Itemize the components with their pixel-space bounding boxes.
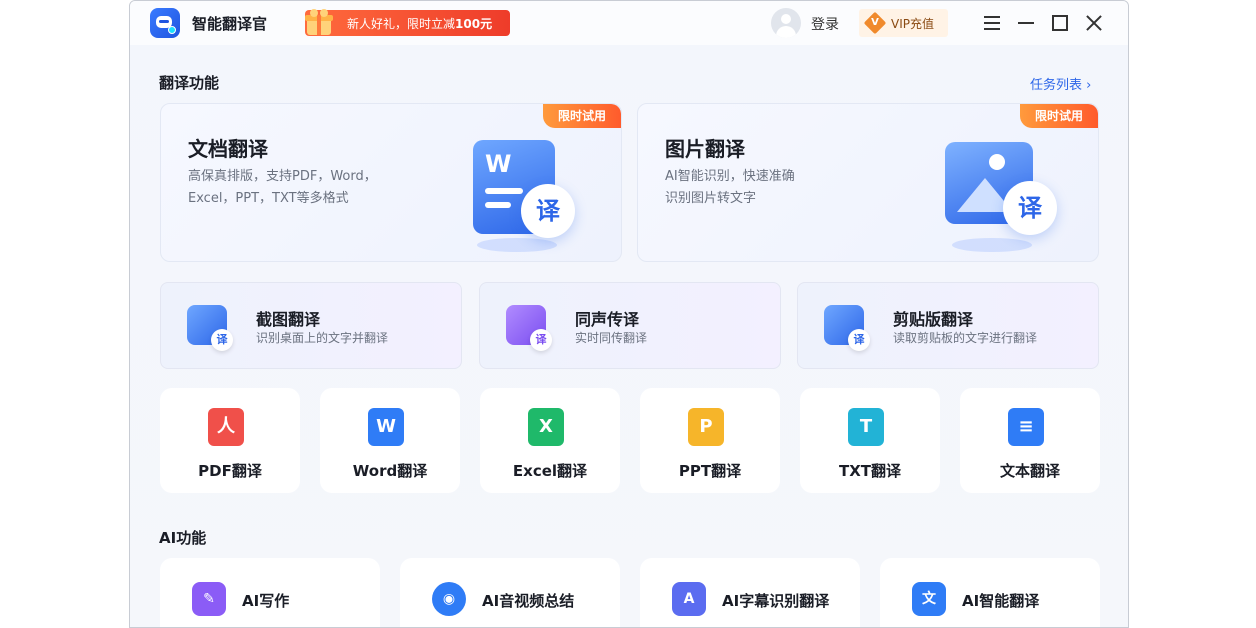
translate-yi-icon: 译 <box>521 184 575 238</box>
translate-yi-icon: 译 <box>530 329 552 351</box>
promo-label: 新人好礼，限时立减 <box>347 17 456 31</box>
pdf-icon: 人 <box>208 408 252 448</box>
login-link[interactable]: 登录 <box>811 14 839 34</box>
word-translate-card[interactable]: W Word翻译 <box>320 388 460 493</box>
title-bar: 智能翻译官 新人好礼，限时立减100元 登录 V VIP充值 <box>130 1 1128 45</box>
clipboard-icon: 译 <box>824 305 870 351</box>
subtitle-icon: A <box>672 582 706 616</box>
app-window: 智能翻译官 新人好礼，限时立减100元 登录 V VIP充值 翻译功能 任务列表… <box>129 0 1129 628</box>
glow-shadow <box>477 238 557 252</box>
card-desc-line-2: 识别图片转文字 <box>665 191 757 206</box>
trial-badge: 限时试用 <box>543 104 621 128</box>
card-desc-line-2: Excel，PPT，TXT等多格式 <box>188 191 349 206</box>
word-letter: W <box>485 150 512 178</box>
card-title: 剪贴版翻译 <box>893 310 974 329</box>
doc-translate-card[interactable]: 限时试用 文档翻译 高保真排版，支持PDF，Word， Excel，PPT，TX… <box>160 103 622 262</box>
card-label: PDF翻译 <box>198 462 262 480</box>
voice-wave-icon: 译 <box>506 305 552 351</box>
translate-yi-icon: 译 <box>211 329 233 351</box>
card-title: 截图翻译 <box>256 310 321 329</box>
card-label: 文本翻译 <box>999 462 1060 480</box>
txt-icon: T <box>848 408 892 448</box>
task-list-link[interactable]: 任务列表 › <box>1030 74 1091 93</box>
translate-yi-icon: 译 <box>848 329 870 351</box>
card-desc: 读取剪贴板的文字进行翻译 <box>893 331 1038 345</box>
card-label: AI写作 <box>242 592 290 610</box>
vip-badge-icon: V <box>863 11 887 35</box>
card-title: 文档翻译 <box>188 137 268 161</box>
excel-translate-card[interactable]: X Excel翻译 <box>480 388 620 493</box>
avatar[interactable] <box>771 8 801 38</box>
ppt-icon: P <box>688 408 732 448</box>
vip-recharge-button[interactable]: V VIP充值 <box>859 9 948 37</box>
ppt-translate-card[interactable]: P PPT翻译 <box>640 388 780 493</box>
card-label: Excel翻译 <box>512 462 588 480</box>
card-label: Word翻译 <box>352 462 428 480</box>
clipboard-translate-card[interactable]: 译 剪贴版翻译 读取剪贴板的文字进行翻译 <box>797 282 1099 369</box>
translate-yi-icon: 译 <box>1003 181 1057 235</box>
menu-icon[interactable] <box>981 12 1003 34</box>
ai-av-summary-card[interactable]: ◉ AI音视频总结 <box>400 558 620 627</box>
txt-translate-card[interactable]: T TXT翻译 <box>800 388 940 493</box>
card-label: PPT翻译 <box>678 462 742 480</box>
card-desc-line-1: 高保真排版，支持PDF，Word， <box>188 169 377 184</box>
simultaneous-interpretation-card[interactable]: 译 同声传译 实时同传翻译 <box>479 282 781 369</box>
image-translate-card[interactable]: 限时试用 图片翻译 AI智能识别，快速准确 识别图片转文字 译 <box>637 103 1099 262</box>
screenshot-translate-card[interactable]: 译 截图翻译 识别桌面上的文字并翻译 <box>160 282 462 369</box>
gift-icon <box>305 9 333 35</box>
card-desc: 实时同传翻译 <box>575 331 648 345</box>
card-label: AI智能翻译 <box>962 592 1040 610</box>
card-title: 同声传译 <box>575 310 640 329</box>
promo-text: 新人好礼，限时立减100元 <box>347 15 492 32</box>
card-desc: 高保真排版，支持PDF，Word， Excel，PPT，TXT等多格式 <box>188 166 377 210</box>
close-icon[interactable] <box>1083 12 1105 34</box>
trial-badge: 限时试用 <box>1020 104 1098 128</box>
section-title-translate: 翻译功能 <box>159 74 220 92</box>
app-logo-icon <box>150 8 180 38</box>
ai-subtitle-card[interactable]: A AI字幕识别翻译 <box>640 558 860 627</box>
translate-icon: 文 <box>912 582 946 616</box>
pdf-translate-card[interactable]: 人 PDF翻译 <box>160 388 300 493</box>
minimize-icon[interactable] <box>1015 12 1037 34</box>
promo-banner[interactable]: 新人好礼，限时立减100元 <box>305 9 510 36</box>
card-label: TXT翻译 <box>838 462 902 480</box>
vip-label: VIP充值 <box>891 17 934 31</box>
disc-icon: ◉ <box>432 582 466 616</box>
maximize-icon[interactable] <box>1049 12 1071 34</box>
glow-shadow <box>952 238 1032 252</box>
card-desc: AI智能识别，快速准确 识别图片转文字 <box>665 166 795 210</box>
text-translate-card[interactable]: ≡ 文本翻译 <box>960 388 1100 493</box>
card-desc-line-1: AI智能识别，快速准确 <box>665 169 795 184</box>
card-label: AI音视频总结 <box>482 592 575 610</box>
screenshot-icon: 译 <box>187 305 233 351</box>
section-title-ai: AI功能 <box>159 529 207 547</box>
promo-amount: 100元 <box>455 17 493 31</box>
word-icon: W <box>368 408 412 448</box>
text-list-icon: ≡ <box>1008 408 1052 448</box>
vip-badge-letter: V <box>871 17 879 28</box>
ai-smart-translate-card[interactable]: 文 AI智能翻译 <box>880 558 1100 627</box>
pen-icon: ✎ <box>192 582 226 616</box>
app-title: 智能翻译官 <box>192 15 268 33</box>
card-desc: 识别桌面上的文字并翻译 <box>256 331 389 345</box>
excel-icon: X <box>528 408 572 448</box>
ai-writing-card[interactable]: ✎ AI写作 <box>160 558 380 627</box>
card-title: 图片翻译 <box>665 137 745 161</box>
card-label: AI字幕识别翻译 <box>722 592 830 610</box>
